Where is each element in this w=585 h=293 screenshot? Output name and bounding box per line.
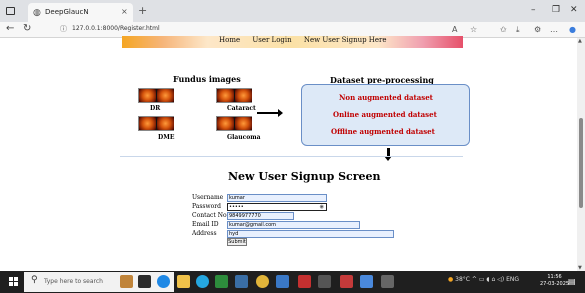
app-icon-3[interactable]: [276, 275, 289, 288]
window-menu-icon[interactable]: [6, 7, 15, 15]
step-non-augmented: Non augmented dataset: [339, 93, 433, 102]
tray-icons[interactable]: ^ ▭ ◖ ⌂ ◁): [472, 276, 504, 283]
chrome-icon[interactable]: [196, 275, 209, 288]
explorer-icon[interactable]: [177, 275, 190, 288]
search-placeholder: Type here to search: [44, 278, 103, 285]
address-label: Address: [192, 230, 217, 237]
glaucoma-label: Glaucoma: [227, 134, 261, 141]
date: 27-03-2025: [540, 281, 570, 287]
people-app-icon[interactable]: [120, 275, 133, 288]
header-banner: Home User Login New User Signup Here: [122, 36, 463, 48]
time: 11:56: [547, 274, 562, 280]
down-arrow-icon: [384, 148, 392, 161]
top-menu: Home User Login New User Signup Here: [219, 36, 397, 44]
back-icon[interactable]: ←: [6, 23, 14, 34]
cataract-image: [216, 88, 252, 103]
minimize-button[interactable]: –: [531, 5, 536, 15]
weather-temp: 38°C: [455, 276, 470, 283]
tab-title: DeepGlaucN: [45, 8, 89, 16]
contact-input[interactable]: 9849977770: [227, 212, 294, 220]
task-view-icon[interactable]: [138, 275, 151, 288]
password-label: Password: [192, 203, 221, 210]
page-scrollbar[interactable]: ▲ ▼: [577, 38, 585, 271]
step-offline-augmented: Offline augmented dataset: [331, 127, 435, 136]
username-input[interactable]: kumar: [227, 194, 327, 202]
dme-image: [138, 116, 174, 131]
dr-image: [138, 88, 174, 103]
app-icon-1[interactable]: [235, 275, 248, 288]
taskbar-search[interactable]: ⚲ Type here to search: [24, 272, 174, 292]
windows-taskbar: ⚲ Type here to search ● 38°C ^ ▭ ◖ ⌂ ◁) …: [0, 271, 585, 293]
glaucoma-image: [216, 116, 252, 131]
divider: [120, 156, 463, 157]
email-label: Email ID: [192, 221, 219, 228]
notification-icon[interactable]: ▤: [568, 277, 576, 286]
email-input[interactable]: kumar@gmail.com: [227, 221, 360, 229]
weather-icon[interactable]: ●: [448, 276, 453, 283]
favorites-icon[interactable]: ✩: [500, 25, 507, 34]
address-bar[interactable]: ⓘ 127.0.0.1:8000/Register.html: [54, 24, 474, 36]
new-tab-button[interactable]: +: [138, 4, 147, 17]
system-tray: ● 38°C ^ ▭ ◖ ⌂ ◁) ENG: [448, 276, 519, 283]
right-arrow-icon: [257, 109, 283, 117]
globe-icon: ◍: [33, 8, 41, 18]
extensions-icon[interactable]: ⚙: [534, 25, 541, 34]
app-icon-4[interactable]: [318, 275, 331, 288]
windows-start-icon[interactable]: [9, 277, 19, 287]
edge-icon[interactable]: [157, 275, 170, 288]
clock[interactable]: 11:56 27-03-2025: [540, 274, 569, 288]
preprocessing-box: Non augmented dataset Online augmented d…: [301, 84, 470, 146]
scroll-up-icon[interactable]: ▲: [578, 38, 582, 44]
cataract-label: Cataract: [227, 105, 256, 112]
info-icon[interactable]: ⓘ: [60, 24, 67, 34]
username-label: Username: [192, 194, 224, 201]
refresh-icon[interactable]: ↻: [23, 23, 31, 34]
password-value: •••••: [229, 204, 244, 210]
favorite-star-icon[interactable]: ☆: [470, 25, 477, 34]
submit-button[interactable]: Submit: [227, 238, 247, 246]
step-online-augmented: Online augmented dataset: [333, 110, 437, 119]
download-icon[interactable]: ⤓: [516, 25, 520, 35]
menu-home-link[interactable]: Home: [219, 36, 240, 44]
menu-user-login-link[interactable]: User Login: [252, 36, 291, 44]
app-icon-7[interactable]: [381, 275, 394, 288]
menu-signup-link[interactable]: New User Signup Here: [304, 36, 387, 44]
fundus-images-title: Fundus images: [173, 74, 241, 84]
pdf-icon[interactable]: [298, 275, 311, 288]
dr-label: DR: [150, 105, 161, 112]
close-window-button[interactable]: ✕: [570, 5, 578, 15]
app-icon-5[interactable]: [340, 275, 353, 288]
reveal-password-icon[interactable]: ◉: [320, 204, 324, 210]
page-content: Home User Login New User Signup Here Fun…: [0, 36, 585, 271]
form-title: New User Signup Screen: [228, 170, 381, 183]
language-indicator[interactable]: ENG: [506, 276, 519, 283]
maximize-button[interactable]: ❐: [552, 5, 560, 15]
contact-label: Contact No: [192, 212, 227, 219]
edge-copilot-icon[interactable]: ●: [569, 25, 576, 34]
app-icon-2[interactable]: [256, 275, 269, 288]
password-input[interactable]: ••••• ◉: [227, 203, 327, 211]
app-icon-6[interactable]: [360, 275, 373, 288]
dme-label: DME: [158, 134, 175, 141]
read-aloud-icon[interactable]: A: [452, 25, 457, 34]
browser-titlebar: ◍ DeepGlaucN × + – ❐ ✕: [0, 0, 585, 22]
search-icon: ⚲: [31, 275, 38, 285]
tab-close-icon[interactable]: ×: [121, 7, 128, 16]
more-menu-icon[interactable]: …: [550, 25, 558, 34]
address-input[interactable]: hyd: [227, 230, 394, 238]
browser-tab[interactable]: ◍ DeepGlaucN ×: [28, 3, 133, 22]
url-text: 127.0.0.1:8000/Register.html: [72, 25, 160, 32]
scroll-thumb[interactable]: [579, 118, 583, 208]
calendar-icon[interactable]: [215, 275, 228, 288]
